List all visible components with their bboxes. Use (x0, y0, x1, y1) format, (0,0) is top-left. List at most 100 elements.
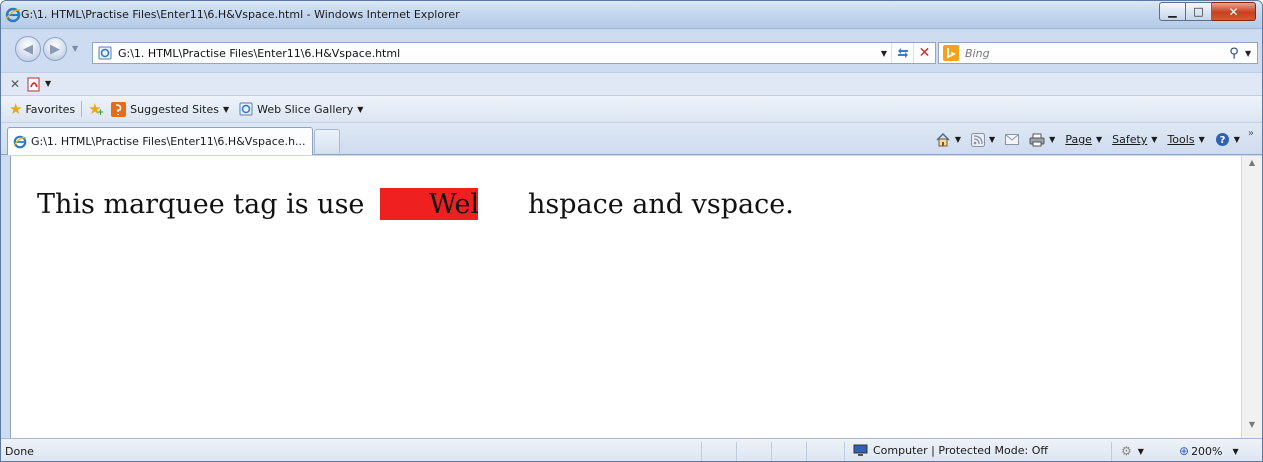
tools-menu-label: Tools (1167, 133, 1195, 146)
window-controls: ▁ □ ✕ (1159, 2, 1256, 21)
security-zone[interactable]: Computer | Protected Mode: Off (853, 444, 1048, 457)
window-title: G:\1. HTML\Practise Files\Enter11\6.H&Vs… (21, 8, 460, 21)
page-menu-label: Page (1065, 133, 1092, 146)
scroll-up-icon[interactable]: ▲ (1242, 158, 1262, 174)
tools-menu[interactable]: Tools ▼ (1167, 133, 1204, 146)
favorites-bar: ★ Favorites ★ + Suggested Sites ▼ Web Sl… (1, 96, 1262, 123)
help-icon: ? (1215, 133, 1229, 146)
print-dropdown-icon: ▼ (1049, 135, 1056, 144)
home-button[interactable]: ▼ (935, 132, 961, 147)
ie-logo-icon (5, 7, 21, 23)
address-dropdown-icon[interactable]: ▼ (877, 49, 891, 58)
address-url[interactable]: G:\1. HTML\Practise Files\Enter11\6.H&Vs… (118, 47, 877, 60)
computer-icon (853, 444, 868, 456)
suggested-sites-button[interactable]: Suggested Sites ▼ (111, 101, 230, 117)
marquee: Wel (380, 188, 478, 220)
favorites-label: Favorites (25, 102, 76, 116)
zoom-icon: ⊕ (1179, 444, 1190, 458)
browser-window: G:\1. HTML\Practise Files\Enter11\6.H&Vs… (0, 0, 1263, 462)
content-text-right: hspace and vspace. (528, 189, 794, 220)
favorites-separator (81, 101, 83, 117)
forward-arrow-icon: ▶ (50, 41, 60, 57)
minimize-icon: ▁ (1168, 5, 1177, 18)
status-separator (771, 442, 772, 461)
add-to-favorites-bar-button[interactable]: ★ + (88, 100, 109, 118)
search-options-dropdown-icon[interactable]: ▼ (1245, 49, 1257, 58)
suggested-sites-icon (111, 101, 127, 117)
new-tab-button[interactable] (314, 129, 340, 153)
vertical-scrollbar[interactable]: ▲ ▼ (1241, 156, 1262, 438)
change-status-dropdown-icon: ▼ (1137, 446, 1144, 456)
addon-dropdown-icon[interactable]: ▼ (45, 79, 51, 88)
tab-current-page[interactable]: G:\1. HTML\Practise Files\Enter11\6.H&Vs… (7, 127, 313, 155)
page-content: This marquee tag is use Wel hspace and v… (11, 156, 1241, 438)
scroll-down-icon[interactable]: ▼ (1242, 420, 1262, 436)
zoom-dropdown-icon: ▼ (1232, 446, 1239, 456)
print-icon (1029, 133, 1045, 146)
page-menu[interactable]: Page ▼ (1065, 133, 1102, 146)
mail-icon (1005, 134, 1020, 145)
web-slice-gallery-button[interactable]: Web Slice Gallery ▼ (239, 102, 363, 116)
safety-dropdown-icon: ▼ (1151, 135, 1158, 144)
globe-lock-icon: ⚙ (1121, 444, 1132, 458)
suggested-sites-dropdown-icon: ▼ (222, 104, 230, 114)
tools-dropdown-icon: ▼ (1198, 135, 1205, 144)
status-separator (1111, 442, 1112, 461)
pdf-addon-icon[interactable] (27, 77, 42, 92)
web-slice-gallery-label: Web Slice Gallery (257, 102, 354, 116)
web-slice-gallery-icon (239, 102, 253, 116)
status-separator (736, 442, 737, 461)
content-text-left: This marquee tag is use (37, 189, 365, 220)
search-input[interactable] (965, 46, 1223, 60)
page-icon (98, 46, 112, 60)
back-button[interactable]: ◀ (15, 36, 41, 62)
stop-icon: ✕ (918, 45, 931, 61)
favorites-star-icon: ★ (9, 100, 23, 118)
help-button[interactable]: ? ▼ (1215, 132, 1240, 147)
bing-icon (943, 45, 959, 61)
safety-menu-label: Safety (1112, 133, 1148, 146)
feeds-button[interactable]: ▼ (971, 132, 995, 147)
status-bar: Done Computer | Protected Mode: Off ⚙ ▼ … (1, 438, 1262, 461)
read-mail-button[interactable] (1005, 134, 1020, 145)
close-button[interactable]: ✕ (1212, 2, 1256, 21)
page-dropdown-icon: ▼ (1095, 135, 1103, 144)
search-box[interactable]: ⚲ ▼ (938, 42, 1258, 64)
maximize-button[interactable]: □ (1186, 2, 1212, 21)
home-icon (936, 132, 950, 147)
favorites-button[interactable]: ★ Favorites (9, 100, 75, 118)
addon-toolbar: ✕ ▼ (1, 72, 1262, 96)
status-separator (806, 442, 807, 461)
home-dropdown-icon: ▼ (954, 135, 961, 144)
svg-text:?: ? (1219, 135, 1225, 146)
status-separator (701, 442, 702, 461)
zoom-level: 200% (1191, 444, 1223, 458)
address-bar[interactable]: G:\1. HTML\Practise Files\Enter11\6.H&Vs… (92, 42, 936, 64)
status-separator (844, 442, 845, 461)
more-commands-icon[interactable]: » (1248, 128, 1254, 139)
refresh-icon (897, 48, 908, 58)
ie-logo-icon (13, 135, 27, 148)
minimize-button[interactable]: ▁ (1159, 2, 1186, 21)
maximize-icon: □ (1193, 5, 1204, 18)
search-icon[interactable]: ⚲ (1223, 46, 1245, 61)
left-frame-border (1, 156, 11, 438)
suggested-sites-label: Suggested Sites (130, 102, 219, 116)
recent-pages-dropdown-icon[interactable]: ▼ (72, 44, 78, 53)
change-status-button[interactable]: ⚙ ▼ (1121, 444, 1144, 458)
tab-label: G:\1. HTML\Practise Files\Enter11\6.H&Vs… (31, 135, 306, 148)
status-text: Done (5, 445, 34, 458)
content-line: This marquee tag is use Wel hspace and v… (37, 186, 1237, 226)
marquee-text: Wel (429, 189, 478, 220)
zoom-button[interactable]: ⊕ 200% ▼ (1179, 444, 1239, 458)
forward-button[interactable]: ▶ (43, 37, 67, 61)
title-bar: G:\1. HTML\Practise Files\Enter11\6.H&Vs… (1, 1, 1262, 29)
stop-button[interactable]: ✕ (913, 43, 935, 63)
print-button[interactable]: ▼ (1029, 133, 1055, 147)
navigation-bar: ◀ ▶ ▼ G:\1. HTML\Practise Files\Enter11\… (1, 30, 1262, 72)
feeds-icon (971, 132, 985, 147)
close-toolbar-icon[interactable]: ✕ (10, 77, 20, 91)
refresh-button[interactable] (891, 43, 913, 63)
tab-bar: G:\1. HTML\Practise Files\Enter11\6.H&Vs… (1, 123, 1262, 155)
safety-menu[interactable]: Safety ▼ (1112, 133, 1157, 146)
